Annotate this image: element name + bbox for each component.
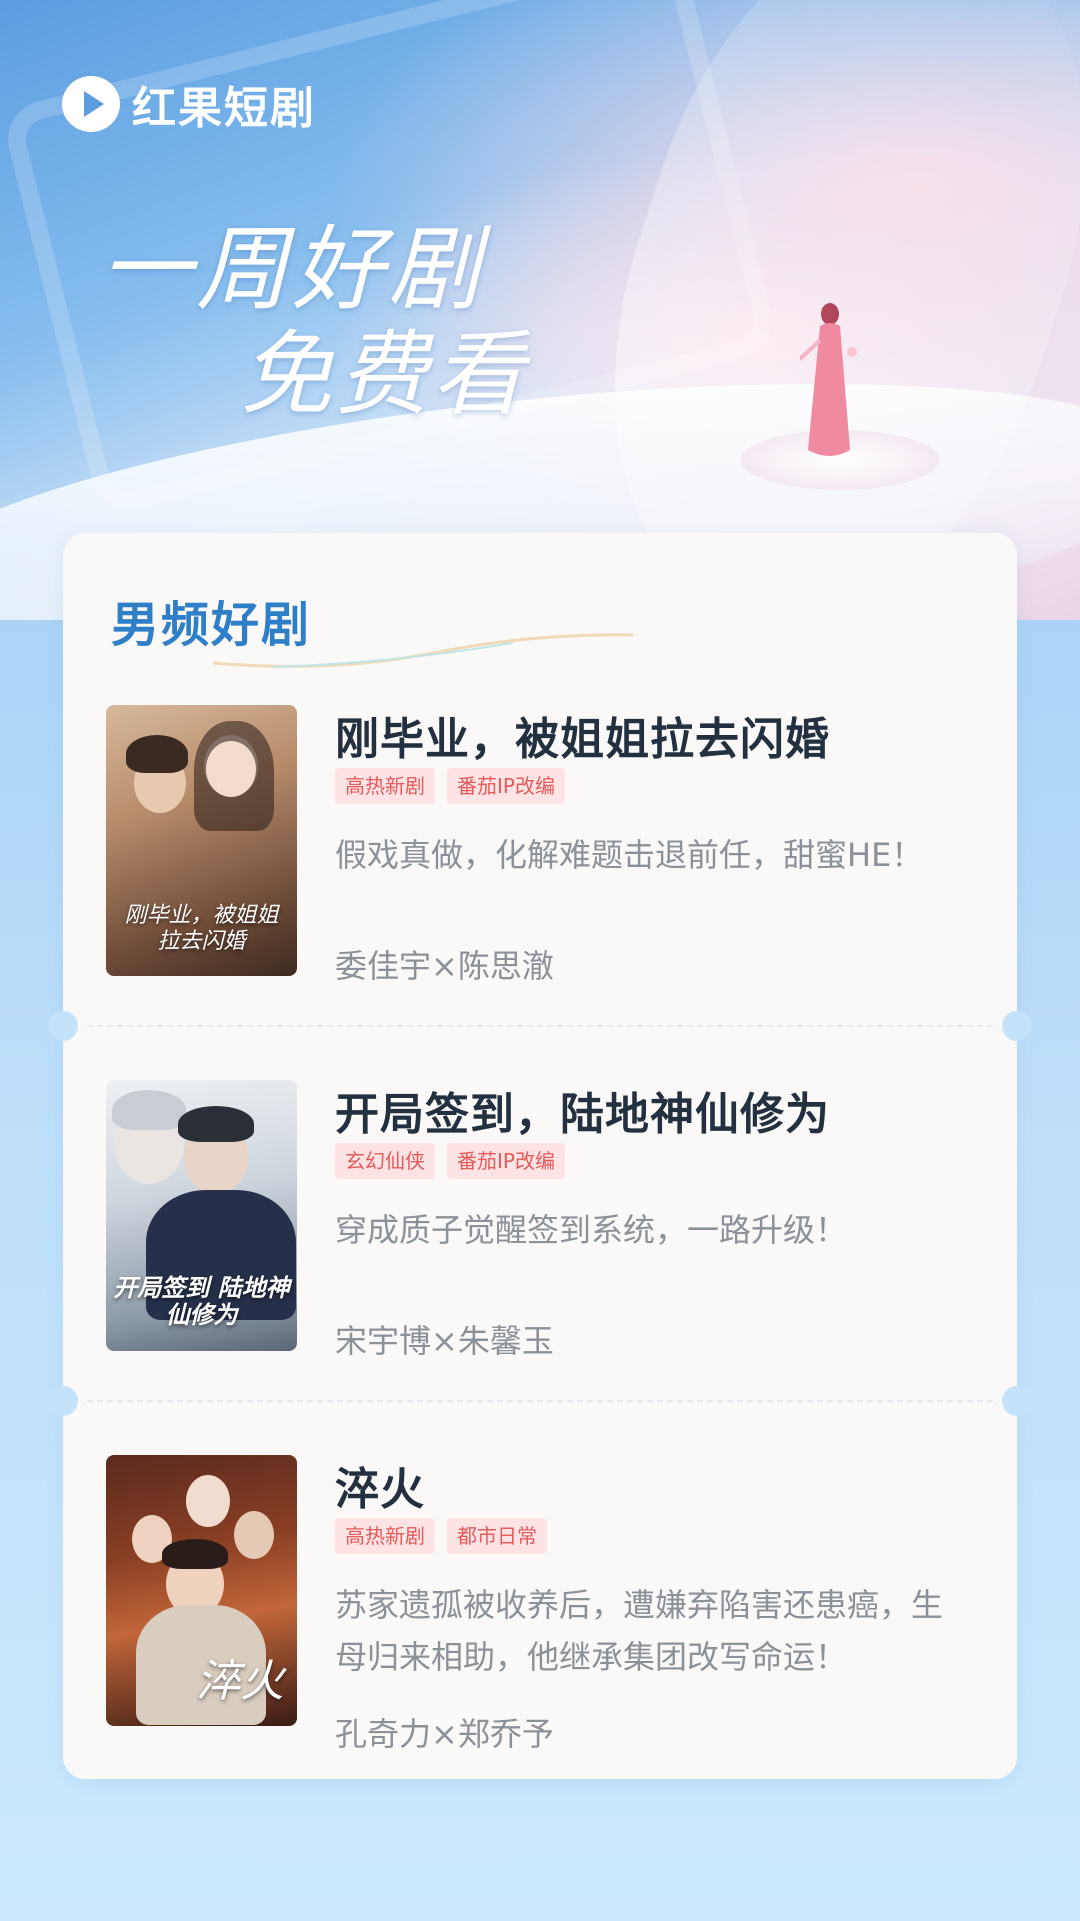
- dashed-divider: [87, 1400, 993, 1402]
- tag: 都市日常: [447, 1518, 547, 1554]
- play-logo-icon: [62, 76, 120, 132]
- tag: 玄幻仙侠: [335, 1143, 435, 1179]
- tag-list: 玄幻仙侠 番茄IP改编: [335, 1143, 577, 1179]
- ticket-notch: [48, 1011, 78, 1041]
- tag-list: 高热新剧 都市日常: [335, 1518, 559, 1554]
- drama-cast: 宋宇博×朱馨玉: [335, 1322, 554, 1360]
- tag: 番茄IP改编: [447, 768, 565, 804]
- drama-item[interactable]: 开局签到 陆地神仙修为 开局签到，陆地神仙修为 玄幻仙侠 番茄IP改编 穿成质子…: [63, 1080, 1017, 1454]
- drama-cast: 孔奇力×郑乔予: [335, 1715, 554, 1753]
- drama-poster[interactable]: 开局签到 陆地神仙修为: [106, 1080, 297, 1351]
- brand-name: 红果短剧: [132, 83, 316, 134]
- tag: 高热新剧: [335, 768, 435, 804]
- brand-logo: 红果短剧: [62, 72, 316, 136]
- drama-title[interactable]: 开局签到，陆地神仙修为: [335, 1078, 830, 1142]
- drama-item[interactable]: 淬火 淬火 高热新剧 都市日常 苏家遗孤被收养后，遭嫌弃陷害还患癌，生母归来相助…: [63, 1455, 1017, 1829]
- ticket-notch: [1002, 1011, 1032, 1041]
- tag: 番茄IP改编: [447, 1143, 565, 1179]
- swoosh-decoration: [213, 633, 633, 668]
- drama-title[interactable]: 刚毕业，被姐姐拉去闪婚: [335, 703, 830, 767]
- drama-list-card: 男频好剧 刚毕业，被姐姐拉去闪婚 刚毕业，被姐姐拉去闪婚 高热新剧 番茄IP改编…: [48, 533, 1032, 1779]
- ticket-notch: [1002, 1386, 1032, 1416]
- drama-cast: 委佳宇×陈思澈: [335, 947, 554, 985]
- dashed-divider: [87, 1025, 993, 1027]
- drama-poster[interactable]: 刚毕业，被姐姐拉去闪婚: [106, 705, 297, 976]
- drama-description: 穿成质子觉醒签到系统，一路升级！: [335, 1211, 848, 1249]
- headline-line2: 免费看: [240, 321, 529, 428]
- drama-description: 苏家遗孤被收养后，遭嫌弃陷害还患癌，生母归来相助，他继承集团改写命运！: [335, 1586, 944, 1676]
- hero-banner: 红果短剧 一周好剧 免费看: [0, 0, 1080, 620]
- drama-description: 假戏真做，化解难题击退前任，甜蜜HE！: [335, 836, 924, 874]
- ticket-notch: [48, 1386, 78, 1416]
- drama-item[interactable]: 刚毕业，被姐姐拉去闪婚 刚毕业，被姐姐拉去闪婚 高热新剧 番茄IP改编 假戏真做…: [63, 705, 1017, 1079]
- poster-caption: 刚毕业，被姐姐拉去闪婚: [124, 903, 279, 954]
- tag: 高热新剧: [335, 1518, 435, 1554]
- drama-title[interactable]: 淬火: [335, 1453, 425, 1517]
- poster-caption: 淬火: [196, 1656, 284, 1708]
- drama-poster[interactable]: 淬火: [106, 1455, 297, 1726]
- poster-caption: 开局签到 陆地神仙修为: [113, 1272, 290, 1330]
- woman-figure-illustration: [800, 303, 857, 456]
- tag-list: 高热新剧 番茄IP改编: [335, 768, 577, 804]
